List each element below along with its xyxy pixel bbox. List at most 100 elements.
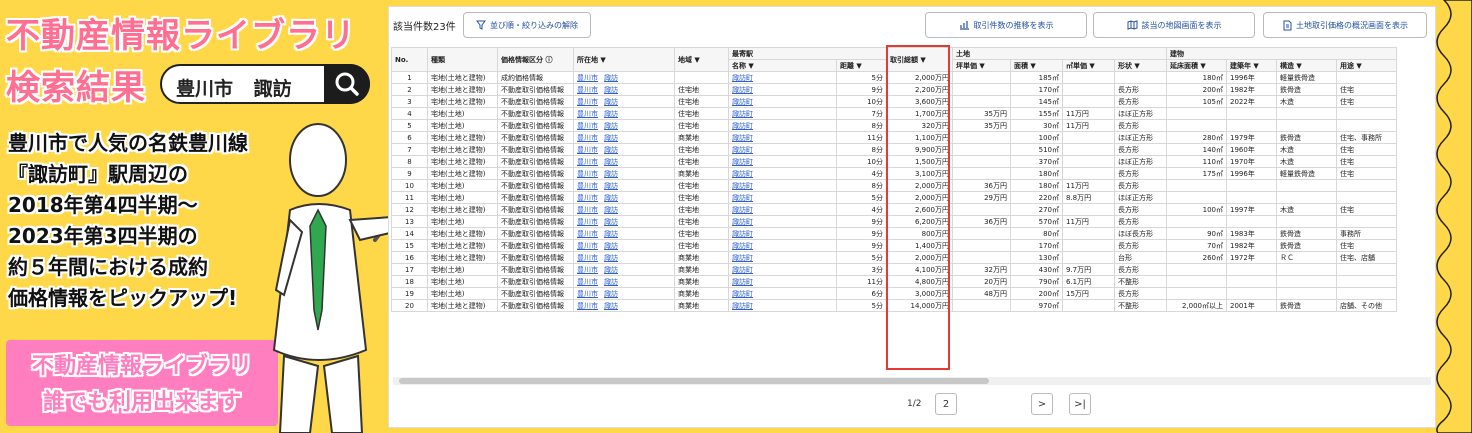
city-link[interactable]: 豊川市: [577, 254, 598, 262]
city-link[interactable]: 豊川市: [577, 194, 598, 202]
header-shape[interactable]: 形状 ▼: [1114, 59, 1167, 72]
land-area-cell: 270㎡: [1010, 203, 1063, 216]
station-link[interactable]: 諏訪町: [732, 254, 753, 262]
station-link[interactable]: 諏訪町: [732, 242, 753, 250]
scrollbar-thumb[interactable]: [399, 378, 989, 384]
type-cell: 宅地(土地と建物): [427, 167, 498, 180]
m2-price-cell: 15万円: [1062, 287, 1115, 300]
header-area-use[interactable]: 地域 ▼: [674, 47, 729, 72]
station-link[interactable]: 諏訪町: [732, 218, 753, 226]
floor-area-cell: 200㎡: [1166, 83, 1227, 96]
row-number: 8: [391, 155, 428, 168]
city-link[interactable]: 豊川市: [577, 74, 598, 82]
structure-cell: [1276, 287, 1337, 300]
town-link[interactable]: 諏訪: [604, 134, 618, 142]
town-link[interactable]: 諏訪: [604, 230, 618, 238]
town-link[interactable]: 諏訪: [604, 158, 618, 166]
zone-cell: 住宅地: [674, 143, 729, 156]
floor-area-cell: 70㎡: [1166, 239, 1227, 252]
station-link[interactable]: 諏訪町: [732, 266, 753, 274]
show-trend-button[interactable]: 取引件数の推移を表示: [925, 12, 1087, 38]
town-link[interactable]: 諏訪: [604, 278, 618, 286]
town-link[interactable]: 諏訪: [604, 74, 618, 82]
header-station-distance[interactable]: 距離 ▼: [836, 59, 887, 72]
city-link[interactable]: 豊川市: [577, 122, 598, 130]
land-area-cell: 180㎡: [1010, 167, 1063, 180]
town-link[interactable]: 諏訪: [604, 194, 618, 202]
header-use[interactable]: 用途 ▼: [1336, 59, 1397, 72]
header-m2-price[interactable]: ㎡単価 ▼: [1062, 59, 1115, 72]
header-structure[interactable]: 構造 ▼: [1276, 59, 1337, 72]
city-link[interactable]: 豊川市: [577, 278, 598, 286]
station-link[interactable]: 諏訪町: [732, 74, 753, 82]
header-total[interactable]: 取引総額 ▼: [886, 47, 953, 72]
city-link[interactable]: 豊川市: [577, 206, 598, 214]
station-link[interactable]: 諏訪町: [732, 182, 753, 190]
station-link[interactable]: 諏訪町: [732, 110, 753, 118]
town-link[interactable]: 諏訪: [604, 218, 618, 226]
city-link[interactable]: 豊川市: [577, 242, 598, 250]
station-link[interactable]: 諏訪町: [732, 194, 753, 202]
structure-cell: 鉄骨造: [1276, 227, 1337, 240]
built-year-cell: 1996年: [1226, 71, 1277, 84]
town-link[interactable]: 諏訪: [604, 146, 618, 154]
next-page-button[interactable]: >: [1031, 393, 1053, 415]
city-link[interactable]: 豊川市: [577, 110, 598, 118]
show-map-button[interactable]: 該当の地図画面を表示: [1093, 12, 1255, 38]
city-link[interactable]: 豊川市: [577, 134, 598, 142]
city-link[interactable]: 豊川市: [577, 182, 598, 190]
station-cell: 諏訪町: [728, 71, 837, 84]
city-link[interactable]: 豊川市: [577, 290, 598, 298]
city-link[interactable]: 豊川市: [577, 302, 598, 310]
town-link[interactable]: 諏訪: [604, 290, 618, 298]
station-link[interactable]: 諏訪町: [732, 146, 753, 154]
town-link[interactable]: 諏訪: [604, 98, 618, 106]
town-link[interactable]: 諏訪: [604, 302, 618, 310]
header-land-area[interactable]: 面積 ▼: [1010, 59, 1063, 72]
station-link[interactable]: 諏訪町: [732, 134, 753, 142]
structure-cell: [1276, 179, 1337, 192]
horizontal-scrollbar[interactable]: [393, 377, 1431, 385]
city-link[interactable]: 豊川市: [577, 218, 598, 226]
city-link[interactable]: 豊川市: [577, 266, 598, 274]
header-floor-area[interactable]: 延床面積 ▼: [1166, 59, 1227, 72]
station-link[interactable]: 諏訪町: [732, 302, 753, 310]
station-link[interactable]: 諏訪町: [732, 278, 753, 286]
town-link[interactable]: 諏訪: [604, 182, 618, 190]
header-tsubo-price[interactable]: 坪単価 ▼: [952, 59, 1011, 72]
header-price-info[interactable]: 価格情報区分 ⓘ: [497, 47, 574, 72]
town-link[interactable]: 諏訪: [604, 122, 618, 130]
town-link[interactable]: 諏訪: [604, 266, 618, 274]
town-link[interactable]: 諏訪: [604, 254, 618, 262]
station-link[interactable]: 諏訪町: [732, 122, 753, 130]
town-link[interactable]: 諏訪: [604, 170, 618, 178]
station-link[interactable]: 諏訪町: [732, 86, 753, 94]
station-cell: 諏訪町: [728, 155, 837, 168]
town-link[interactable]: 諏訪: [604, 206, 618, 214]
header-location[interactable]: 所在地 ▼: [573, 47, 675, 72]
town-link[interactable]: 諏訪: [604, 242, 618, 250]
town-link[interactable]: 諏訪: [604, 110, 618, 118]
station-link[interactable]: 諏訪町: [732, 158, 753, 166]
city-link[interactable]: 豊川市: [577, 158, 598, 166]
help-icon[interactable]: ⓘ: [545, 56, 552, 64]
city-link[interactable]: 豊川市: [577, 230, 598, 238]
station-link[interactable]: 諏訪町: [732, 170, 753, 178]
town-link[interactable]: 諏訪: [604, 86, 618, 94]
station-link[interactable]: 諏訪町: [732, 230, 753, 238]
city-link[interactable]: 豊川市: [577, 86, 598, 94]
show-overview-button[interactable]: 土地取引価格の概況画面を表示: [1263, 12, 1427, 38]
city-link[interactable]: 豊川市: [577, 146, 598, 154]
city-link[interactable]: 豊川市: [577, 170, 598, 178]
station-link[interactable]: 諏訪町: [732, 290, 753, 298]
last-page-button[interactable]: >|: [1069, 393, 1091, 415]
station-link[interactable]: 諏訪町: [732, 206, 753, 214]
station-link[interactable]: 諏訪町: [732, 98, 753, 106]
page-2-button[interactable]: 2: [935, 393, 957, 415]
reset-filter-button[interactable]: 並び順・絞り込みの解除: [463, 12, 591, 38]
header-station-name[interactable]: 名称 ▼: [728, 59, 837, 72]
floor-area-cell: [1166, 215, 1227, 228]
city-link[interactable]: 豊川市: [577, 98, 598, 106]
header-built-year[interactable]: 建築年 ▼: [1226, 59, 1277, 72]
m2-price-cell: 11万円: [1062, 107, 1115, 120]
